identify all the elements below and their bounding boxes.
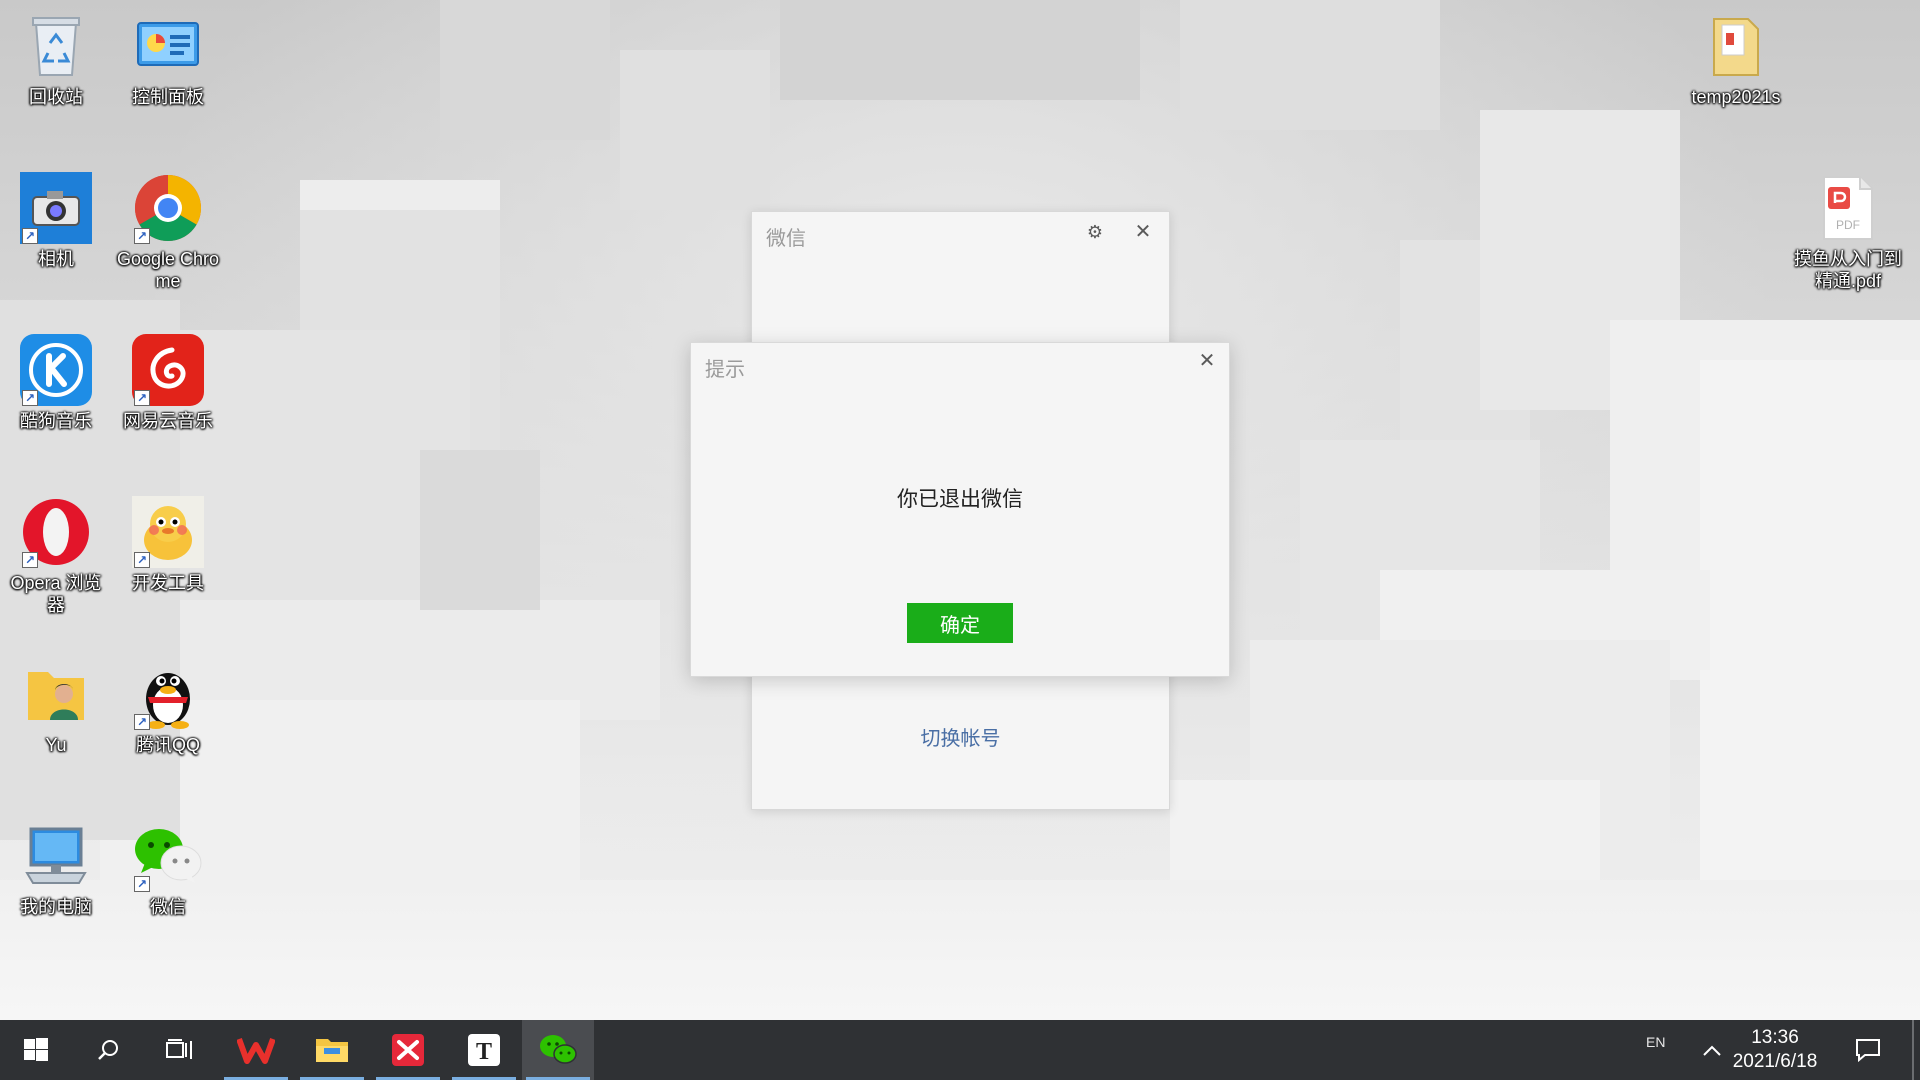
control-panel-icon: [132, 10, 204, 82]
desktop-icon-label: 微信: [150, 897, 186, 917]
recycle-bin-icon: [20, 10, 92, 82]
desktop-icon-label: 相机: [38, 249, 74, 269]
desktop-icon-label: 回收站: [29, 87, 83, 107]
desktop-icon-label: Yu: [45, 735, 67, 755]
clock-time: 13:36: [1751, 1027, 1799, 1048]
start-button[interactable]: [0, 1020, 72, 1080]
action-center-button[interactable]: [1840, 1020, 1896, 1080]
qq-penguin-icon: ↗: [132, 658, 204, 730]
input-language[interactable]: EN: [1646, 1034, 1665, 1050]
task-view-button[interactable]: [144, 1020, 216, 1080]
dialog-message: 你已退出微信: [897, 488, 1023, 511]
ok-button[interactable]: 确定: [907, 603, 1013, 643]
task-view-icon: [166, 1039, 192, 1059]
desktop-icon-kugou[interactable]: ↗ 酷狗音乐: [2, 326, 110, 466]
taskbar: T EN 13:36 2021/6/18: [0, 1020, 1920, 1080]
taskbar-app-wps[interactable]: [220, 1020, 292, 1080]
windows-logo-icon: [24, 1038, 48, 1061]
desktop-icon-label: Google Chrome: [116, 249, 220, 291]
wps-icon: [237, 1037, 275, 1064]
chrome-icon: ↗: [132, 172, 204, 244]
desktop-icon-my-computer[interactable]: 我的电脑: [2, 812, 110, 952]
desktop-icon-camera[interactable]: ↗ 相机: [2, 164, 110, 304]
shortcut-arrow-icon: ↗: [134, 390, 150, 406]
dialog-title: 提示: [705, 359, 745, 381]
file-explorer-icon: [316, 1039, 348, 1062]
settings-gear-icon[interactable]: ⚙: [1083, 220, 1107, 244]
search-button[interactable]: [72, 1020, 144, 1080]
computer-icon: [20, 820, 92, 892]
switch-account-link[interactable]: 切换帐号: [752, 722, 1169, 751]
desktop-icon-netease[interactable]: ↗ 网易云音乐: [114, 326, 222, 466]
taskbar-app-wechat[interactable]: [522, 1020, 594, 1080]
desktop-icon-qq[interactable]: ↗ 腾讯QQ: [114, 650, 222, 790]
notification-icon: [1856, 1039, 1880, 1062]
close-icon[interactable]: ✕: [1131, 220, 1155, 244]
camera-icon: ↗: [20, 172, 92, 244]
clock-date: 2021/6/18: [1732, 1051, 1818, 1072]
wechat-icon: [540, 1035, 577, 1064]
desktop-icon-temp-folder[interactable]: temp2021s: [1682, 2, 1790, 142]
desktop-icon-wechat[interactable]: ↗ 微信: [114, 812, 222, 952]
pdf-file-icon: PDF: [1812, 172, 1884, 244]
shortcut-arrow-icon: ↗: [22, 552, 38, 568]
desktop-icon-label: 网易云音乐: [123, 411, 213, 431]
show-desktop-strip[interactable]: [1912, 1020, 1914, 1080]
desktop-icon-label: 控制面板: [132, 87, 204, 107]
desktop-icon-yu[interactable]: Yu: [2, 650, 110, 790]
desktop-icon-opera[interactable]: ↗ Opera 浏览器: [2, 488, 110, 628]
shortcut-arrow-icon: ↗: [134, 552, 150, 568]
desktop-icon-label: 腾讯QQ: [135, 735, 200, 755]
shortcut-arrow-icon: ↗: [134, 876, 150, 892]
taskbar-clock[interactable]: 13:36 2021/6/18: [1720, 1026, 1830, 1074]
close-icon[interactable]: ✕: [1195, 349, 1219, 373]
taskbar-app-typora[interactable]: T: [448, 1020, 520, 1080]
desktop-icon-label: temp2021s: [1691, 87, 1781, 107]
desktop-icon-devtools[interactable]: ↗ 开发工具: [114, 488, 222, 628]
devtools-icon: ↗: [132, 496, 204, 568]
opera-icon: ↗: [20, 496, 92, 568]
desktop-icon-label: 开发工具: [132, 573, 204, 593]
desktop-icon-pdf[interactable]: PDF 摸鱼从入门到精通.pdf: [1794, 164, 1902, 304]
taskbar-app-explorer[interactable]: [296, 1020, 368, 1080]
netease-music-icon: ↗: [132, 334, 204, 406]
search-icon: [98, 1040, 118, 1060]
svg-text:PDF: PDF: [1836, 218, 1860, 232]
shortcut-arrow-icon: ↗: [134, 714, 150, 730]
desktop-icon-label: 酷狗音乐: [20, 411, 92, 431]
shortcut-arrow-icon: ↗: [22, 390, 38, 406]
desktop-icon-control-panel[interactable]: 控制面板: [114, 2, 222, 142]
svg-text:T: T: [476, 1039, 492, 1065]
taskbar-app-xmind[interactable]: [372, 1020, 444, 1080]
xmind-icon: [392, 1034, 424, 1066]
typora-icon: T: [468, 1034, 500, 1066]
user-folder-icon: [20, 658, 92, 730]
shortcut-arrow-icon: ↗: [22, 228, 38, 244]
desktop-icon-label: 我的电脑: [20, 897, 92, 917]
kugou-icon: ↗: [20, 334, 92, 406]
folder-icon: [1700, 10, 1772, 82]
tip-dialog: 提示 ✕ 你已退出微信 确定: [690, 342, 1230, 677]
desktop-icon-chrome[interactable]: ↗ Google Chrome: [114, 164, 222, 304]
chevron-up-icon: [1703, 1045, 1721, 1056]
desktop-icon-label: 摸鱼从入门到精通.pdf: [1794, 249, 1902, 291]
desktop-icon-label: Opera 浏览器: [10, 573, 102, 615]
window-title: 微信: [766, 228, 806, 250]
wechat-icon: ↗: [132, 820, 204, 892]
shortcut-arrow-icon: ↗: [134, 228, 150, 244]
desktop-icon-recycle-bin[interactable]: 回收站: [2, 2, 110, 142]
